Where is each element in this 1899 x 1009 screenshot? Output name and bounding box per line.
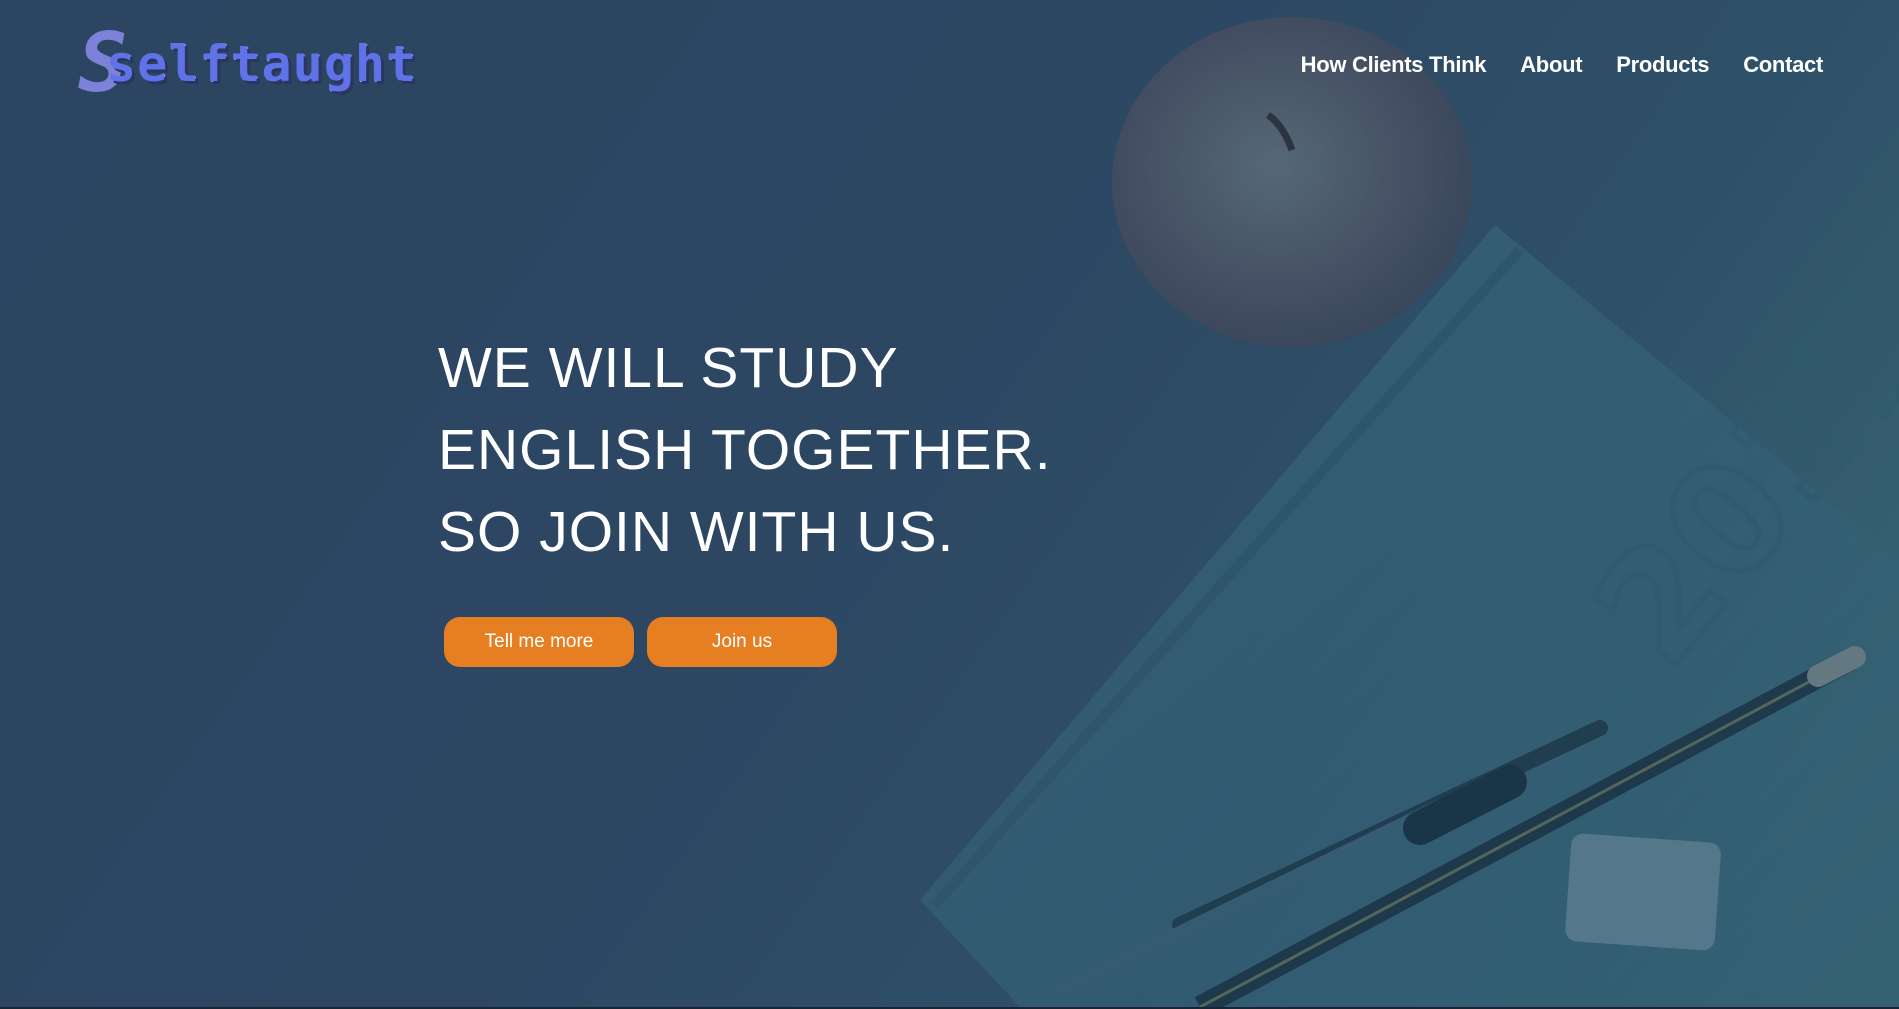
join-us-button[interactable]: Join us (647, 617, 837, 667)
tell-me-more-button[interactable]: Tell me more (444, 617, 634, 667)
main-nav: How Clients Think About Products Contact (1301, 52, 1824, 78)
hero-section: 2017 S selftaught How Clients Think Abou… (0, 0, 1899, 1007)
hero-buttons: Tell me more Join us (444, 617, 837, 667)
headline-line: WE WILL STUDY (438, 336, 899, 400)
nav-link-about[interactable]: About (1520, 52, 1582, 78)
nav-link-contact[interactable]: Contact (1743, 52, 1823, 78)
hero-headline: WE WILL STUDY ENGLISH TOGETHER. SO JOIN … (438, 327, 1052, 573)
site-logo[interactable]: S selftaught (78, 23, 416, 105)
headline-line: SO JOIN WITH US. (438, 500, 955, 564)
logo-wordmark: selftaught (106, 35, 418, 93)
eraser-graphic (1565, 833, 1721, 951)
headline-line: ENGLISH TOGETHER. (438, 418, 1052, 482)
nav-link-products[interactable]: Products (1616, 52, 1709, 78)
nav-link-how-clients-think[interactable]: How Clients Think (1301, 52, 1487, 78)
